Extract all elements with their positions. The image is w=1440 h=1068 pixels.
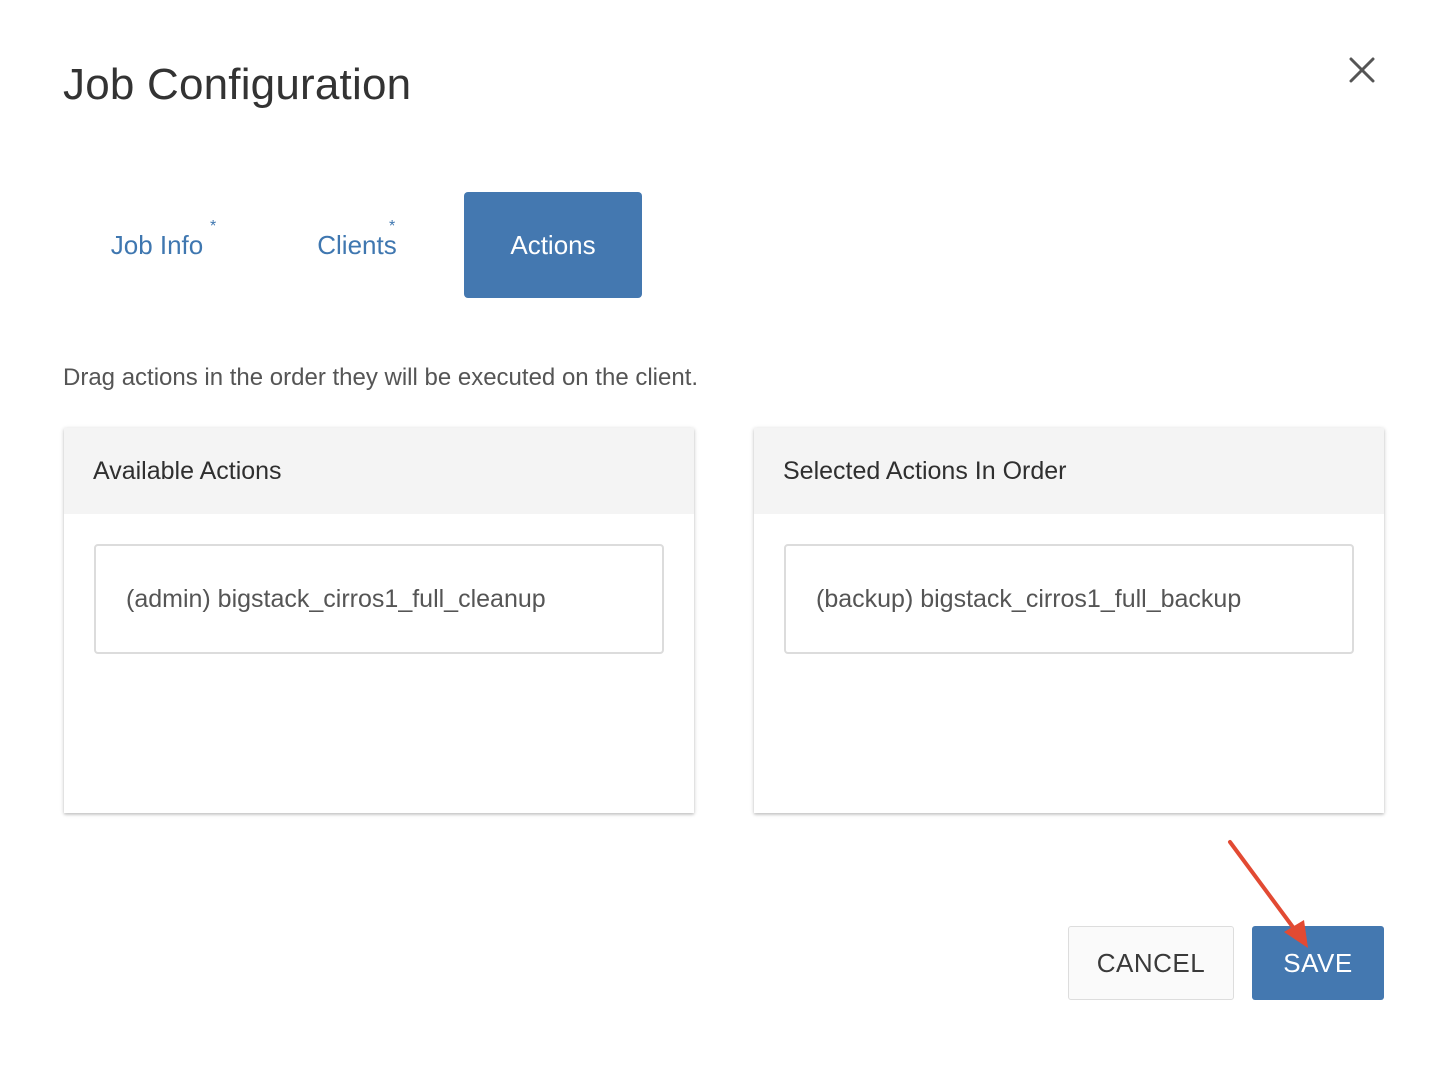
cancel-button[interactable]: CANCEL <box>1068 926 1234 1000</box>
selected-action-item[interactable]: (backup) bigstack_cirros1_full_backup <box>784 544 1354 654</box>
job-configuration-dialog: Job Configuration Job Info * Clients * A… <box>0 0 1440 1068</box>
tab-job-info[interactable]: Job Info * <box>64 192 250 298</box>
tab-label: Clients <box>317 229 397 260</box>
available-actions-header: Available Actions <box>64 428 694 514</box>
selected-actions-panel: Selected Actions In Order (backup) bigst… <box>754 428 1384 813</box>
required-star-icon: * <box>210 218 217 235</box>
save-button[interactable]: SAVE <box>1252 926 1384 1000</box>
selected-actions-header: Selected Actions In Order <box>754 428 1384 514</box>
close-button[interactable] <box>1340 48 1384 92</box>
instructions-text: Drag actions in the order they will be e… <box>63 364 699 391</box>
tab-actions[interactable]: Actions <box>464 192 642 298</box>
dialog-title: Job Configuration <box>63 60 412 109</box>
tab-bar: Job Info * Clients * Actions <box>64 192 642 298</box>
tab-label: Actions <box>510 229 596 260</box>
tab-label: Job Info <box>110 229 204 260</box>
required-star-icon: * <box>389 218 396 235</box>
close-icon <box>1349 57 1375 83</box>
available-action-item[interactable]: (admin) bigstack_cirros1_full_cleanup <box>94 544 664 654</box>
tab-clients[interactable]: Clients * <box>250 192 464 298</box>
available-actions-panel: Available Actions (admin) bigstack_cirro… <box>64 428 694 813</box>
